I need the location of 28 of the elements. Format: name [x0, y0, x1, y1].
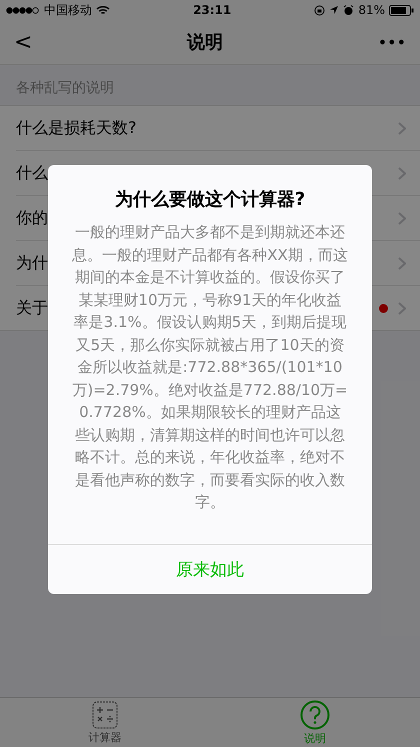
clock-time: 23:11 [193, 3, 232, 17]
location-icon [329, 5, 340, 15]
calculator-icon [92, 700, 118, 728]
dialog-body: 一般的理财产品大多都不是到期就还本还息。一般的理财产品都有各种XX期，而这期间的本金是不计算收益的。假设你买了某某理财10万元，号称91天的年化收益率是3.1%。假设认购期5天，到期后提现又5天，那么你实际就被占用了10天的资金所以收益就是:772.88*365/(101*10万)=2.79%。绝对收益是772.88/10万=0.7728%。如果期限较长的理财产品这些认购期，清算期这样的时间也许可以忽略不计。总的来说，年化收益率，绝对不是看他声称的数字，而要看实际的收入数字。 [71, 222, 349, 513]
alarm-icon [343, 4, 354, 16]
menu-item[interactable]: 什么是损耗天数? [16, 118, 136, 138]
chevron-icon [398, 302, 406, 314]
carrier-name: 中国移动 [44, 2, 92, 18]
signal-icon [6, 6, 40, 14]
menu-item[interactable]: 关于 [16, 298, 48, 318]
back-button[interactable]: < [14, 30, 32, 54]
chevron-icon [398, 256, 406, 270]
menu-item[interactable]: 你的 [16, 208, 48, 228]
battery-icon [389, 4, 414, 16]
menu-item[interactable]: 为什 [16, 252, 48, 274]
wifi-icon [96, 5, 110, 15]
section-header: 各种乱写的说明 [15, 79, 115, 98]
page-title: 说明 [187, 31, 224, 54]
lock-rotation-icon [314, 4, 326, 16]
battery-percent: 81% [358, 3, 385, 17]
menu-item[interactable]: 什么 [16, 162, 48, 184]
chevron-icon [398, 122, 406, 134]
dialog-title: 为什么要做这个计算器? [114, 188, 306, 212]
chevron-icon [398, 166, 406, 180]
chevron-icon [398, 212, 406, 224]
help-icon [300, 700, 330, 730]
tab[interactable]: 计算器 [0, 698, 210, 747]
more-button[interactable]: ••• [378, 32, 406, 52]
